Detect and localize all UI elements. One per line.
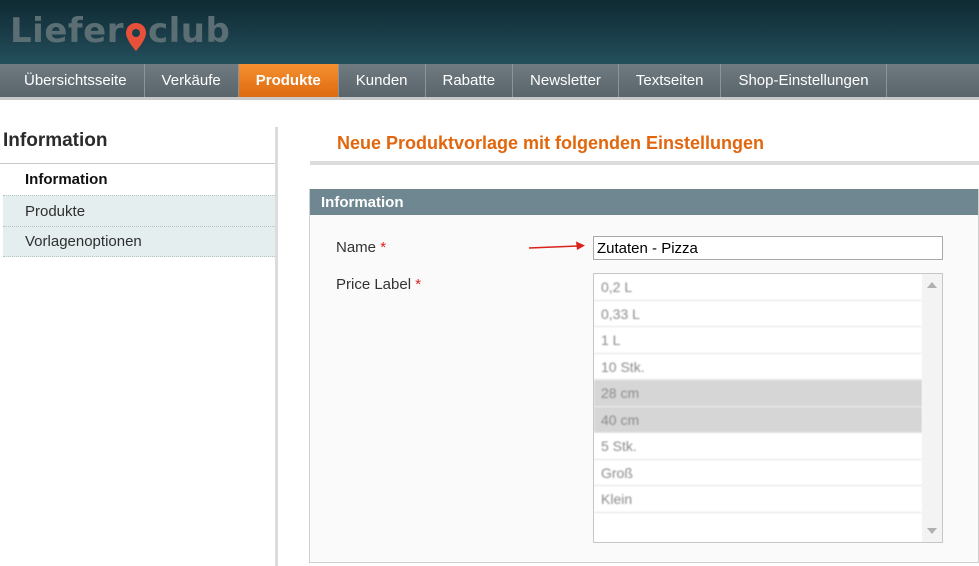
information-section: Information Name * Price Label * 0,2 L 0…: [309, 189, 979, 563]
nav-filler: [887, 64, 979, 97]
map-pin-icon: [125, 8, 147, 54]
listbox-option[interactable]: 1 L: [594, 327, 922, 354]
scroll-down-icon[interactable]: [927, 528, 937, 534]
listbox-option-selected[interactable]: 28 cm: [594, 380, 922, 407]
name-label-text: Name: [336, 239, 377, 256]
listbox-option[interactable]: 0,33 L: [594, 301, 922, 327]
listbox-option-selected[interactable]: 40 cm: [594, 406, 922, 433]
sidebar: Information Information Produkte Vorlage…: [0, 127, 278, 566]
sidebar-item-information[interactable]: Information: [0, 164, 275, 195]
nav-item-uebersichtsseite[interactable]: Übersichtsseite: [0, 64, 145, 97]
app-header: Liefer club: [0, 0, 979, 64]
listbox-option[interactable]: 10 Stk.: [594, 354, 922, 380]
logo[interactable]: Liefer club: [10, 8, 230, 54]
nav-item-produkte[interactable]: Produkte: [238, 64, 339, 97]
nav-item-rabatte[interactable]: Rabatte: [426, 64, 514, 97]
listbox-option[interactable]: Groß: [594, 460, 922, 486]
section-header: Information: [310, 189, 978, 215]
sidebar-item-produkte[interactable]: Produkte: [3, 195, 275, 226]
nav-item-verkaeufe[interactable]: Verkäufe: [145, 64, 239, 97]
nav-item-kunden[interactable]: Kunden: [339, 64, 426, 97]
name-label: Name *: [336, 239, 386, 256]
name-input[interactable]: [593, 236, 943, 260]
page-title: Neue Produktvorlage mit folgenden Einste…: [310, 127, 979, 165]
nav-item-textseiten[interactable]: Textseiten: [619, 64, 722, 97]
required-marker: *: [415, 276, 422, 293]
listbox-scrollbar[interactable]: [922, 274, 942, 542]
price-label-listbox[interactable]: 0,2 L 0,33 L 1 L 10 Stk. 28 cm 40 cm 5 S…: [593, 273, 943, 543]
listbox-option[interactable]: 0,2 L: [594, 274, 922, 301]
scroll-up-icon[interactable]: [927, 282, 937, 288]
logo-text-left: Liefer: [10, 11, 124, 51]
price-label-text: Price Label: [336, 276, 412, 293]
red-arrow-icon: [528, 241, 585, 250]
main-nav: Übersichtsseite Verkäufe Produkte Kunden…: [0, 64, 979, 100]
logo-text-right: club: [148, 11, 231, 51]
nav-item-shop-einstellungen[interactable]: Shop-Einstellungen: [721, 64, 887, 97]
nav-item-newsletter[interactable]: Newsletter: [513, 64, 619, 97]
listbox-option[interactable]: Klein: [594, 486, 922, 513]
sidebar-title: Information: [0, 127, 275, 164]
price-label: Price Label *: [336, 276, 421, 293]
sidebar-item-vorlagenoptionen[interactable]: Vorlagenoptionen: [3, 226, 275, 257]
listbox-option[interactable]: 5 Stk.: [594, 433, 922, 460]
required-marker: *: [380, 239, 387, 256]
